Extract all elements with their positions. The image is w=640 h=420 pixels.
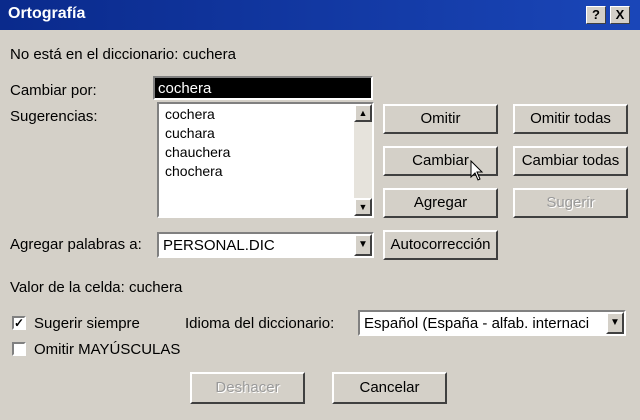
change-to-value: cochera	[158, 80, 212, 97]
autocorrect-button[interactable]: Autocorrección	[383, 230, 498, 260]
suggestions-label: Sugerencias:	[10, 108, 98, 125]
scroll-up-icon[interactable]: ▲	[354, 104, 372, 122]
change-all-button-label: Cambiar todas	[521, 152, 620, 169]
change-to-input[interactable]: cochera	[153, 76, 373, 100]
suggestions-list[interactable]: cochera cuchara chauchera chochera ▲ ▼	[157, 102, 374, 218]
list-item[interactable]: chauchera	[165, 144, 230, 160]
ignore-all-button-label: Omitir todas	[530, 110, 611, 127]
not-in-dictionary-label: No está en el diccionario: cuchera	[10, 46, 236, 63]
dictionary-language-value: Español (España - alfab. internaci	[364, 315, 590, 332]
suggest-button-label: Sugerir	[546, 194, 595, 211]
add-words-dropdown[interactable]: PERSONAL.DIC ▼	[157, 232, 374, 258]
ignore-all-button[interactable]: Omitir todas	[513, 104, 628, 134]
list-item[interactable]: cochera	[165, 106, 215, 122]
title-bar: Ortografía ? X	[0, 0, 640, 30]
add-words-label: Agregar palabras a:	[10, 236, 142, 253]
add-words-value: PERSONAL.DIC	[163, 237, 275, 254]
undo-button-label: Deshacer	[215, 379, 280, 396]
mouse-pointer-icon	[470, 160, 484, 181]
change-button-label: Cambiar	[412, 152, 469, 169]
autocorrect-button-label: Autocorrección	[390, 236, 491, 253]
chevron-down-icon[interactable]: ▼	[354, 234, 372, 256]
add-button[interactable]: Agregar	[383, 188, 498, 218]
dialog-title: Ortografía	[8, 5, 86, 22]
suggestions-scrollbar[interactable]: ▲ ▼	[354, 104, 372, 216]
ignore-uppercase-label: Omitir MAYÚSCULAS	[34, 341, 181, 358]
cancel-button-label: Cancelar	[359, 379, 420, 396]
dictionary-language-label: Idioma del diccionario:	[185, 315, 335, 332]
dictionary-language-dropdown[interactable]: Español (España - alfab. internaci ▼	[358, 310, 626, 336]
add-button-label: Agregar	[413, 194, 468, 211]
suggest-button[interactable]: Sugerir	[513, 188, 628, 218]
always-suggest-label: Sugerir siempre	[34, 315, 140, 332]
undo-button[interactable]: Deshacer	[190, 372, 305, 404]
list-item[interactable]: cuchara	[165, 125, 215, 141]
ignore-button[interactable]: Omitir	[383, 104, 498, 134]
ignore-uppercase-checkbox[interactable]	[12, 342, 26, 356]
cancel-button[interactable]: Cancelar	[332, 372, 447, 404]
help-button[interactable]: ?	[586, 6, 606, 24]
ignore-button-label: Omitir	[420, 110, 461, 127]
always-suggest-checkbox[interactable]: ✓	[12, 316, 26, 330]
change-to-label: Cambiar por:	[10, 82, 97, 99]
chevron-down-icon[interactable]: ▼	[606, 312, 624, 334]
spelling-dialog: Ortografía ? X No está en el diccionario…	[0, 0, 640, 420]
close-button[interactable]: X	[610, 6, 630, 24]
cell-value-label: Valor de la celda: cuchera	[10, 279, 183, 296]
list-item[interactable]: chochera	[165, 163, 223, 179]
change-all-button[interactable]: Cambiar todas	[513, 146, 628, 176]
scroll-down-icon[interactable]: ▼	[354, 198, 372, 216]
